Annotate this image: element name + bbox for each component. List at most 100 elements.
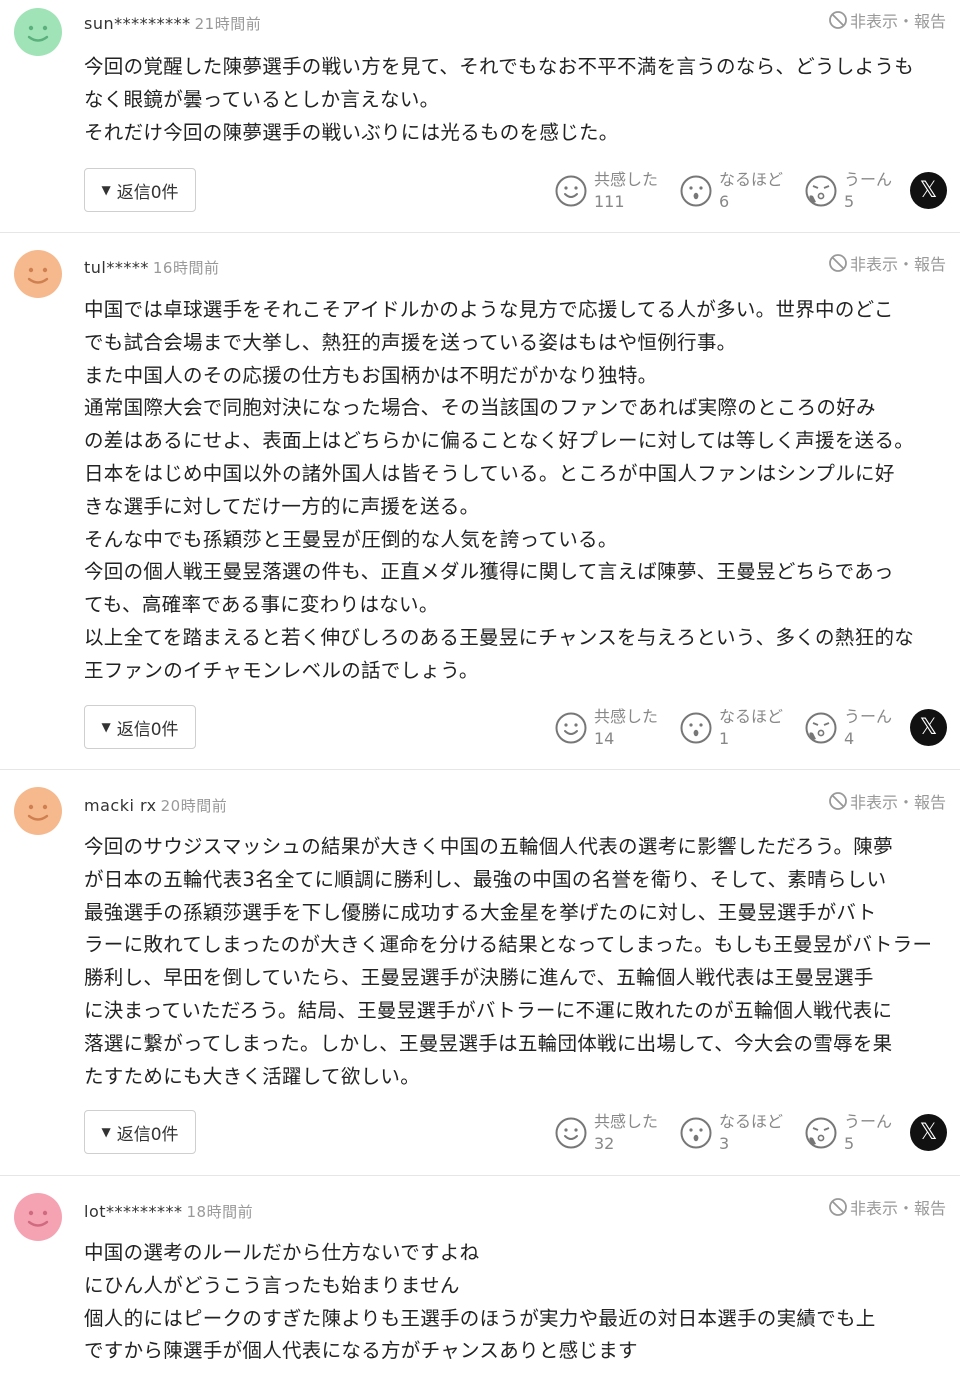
understand-count: 3 [719, 1134, 730, 1153]
agree-count: 111 [594, 192, 625, 211]
comment-line: なく眼鏡が曇っているとしか言えない。 [84, 87, 440, 111]
hmm-icon [804, 711, 838, 745]
understand-count: 1 [719, 729, 730, 748]
share-x-button[interactable]: 𝕏 [910, 172, 947, 209]
comment-line: 今回の覚醒した陳夢選手の戦い方を見て、それでもなお不平不満を言うのなら、どうしよ… [84, 55, 915, 78]
smile-icon [554, 711, 588, 745]
reply-label: 返信0件 [116, 1124, 179, 1145]
surprised-icon [679, 174, 713, 208]
comment-line: ラーに敗れてしまったのが大きく運命を分ける結果となってしまった。もしも王曼昱がバ… [84, 933, 933, 957]
share-x-button[interactable]: 𝕏 [910, 709, 947, 746]
comment-meta: tul***** 16時間前 [84, 257, 219, 278]
reply-label: 返信0件 [116, 182, 179, 203]
comment-line: たすためにも大きく活躍して欲しい。 [84, 1064, 421, 1088]
hide-report-link[interactable]: 非表示・報告 [828, 8, 946, 32]
hide-report-label: 非表示・報告 [849, 255, 946, 274]
understand-label: なるほど [719, 170, 784, 189]
comment-card: tul***** 16時間前 非表示・報告 中国では卓球選手をそれこそアイドルかの… [0, 233, 960, 770]
agree-label: 共感した [594, 170, 659, 189]
surprised-icon [679, 1116, 713, 1150]
hide-report-link[interactable]: 非表示・報告 [828, 251, 946, 275]
agree-button[interactable]: 共感した 111 [554, 167, 679, 215]
agree-button[interactable]: 共感した 14 [554, 704, 679, 752]
triangle-down-icon: ▼ [101, 720, 111, 734]
hmm-count: 4 [844, 729, 855, 748]
comment-line: きな選手に対してだけ一方的に声援を送る。 [84, 494, 480, 518]
smile-icon [554, 1116, 588, 1150]
understand-button[interactable]: なるほど 1 [679, 704, 804, 752]
agree-label: 共感した [594, 1112, 659, 1131]
x-logo-icon: 𝕏 [919, 715, 938, 740]
block-icon [828, 1197, 848, 1217]
comment-meta: sun********* 21時間前 [84, 13, 261, 34]
triangle-down-icon: ▼ [101, 183, 111, 197]
username[interactable]: lot********* [84, 1202, 183, 1221]
triangle-down-icon: ▼ [101, 1125, 111, 1139]
comment-line: 通常国際大会で同胞対決になった場合、その当該国のファンであれば実際のところの好み [84, 396, 876, 420]
username[interactable]: macki rx [84, 796, 157, 815]
comment-line: ても、高確率である事に変わりはない。 [84, 593, 439, 617]
x-logo-icon: 𝕏 [919, 178, 938, 203]
share-x-button[interactable]: 𝕏 [910, 1114, 947, 1151]
comment-line: 中国では卓球選手をそれこそアイドルかのような見方で応援してる人が多い。世界中のど… [84, 298, 894, 321]
comment-line: 落選に繋がってしまった。しかし、王曼昱選手は五輪団体戦に出場して、今大会の雪辱を… [84, 1031, 893, 1055]
block-icon [828, 10, 848, 30]
comment-body: 今回の覚醒した陳夢選手の戦い方を見て、それでもなお不平不満を言うのなら、どうしよ… [84, 51, 948, 149]
comment-meta: lot********* 18時間前 [84, 1201, 253, 1222]
comment-line: 最強選手の孫穎莎選手を下し優勝に成功する大金星を挙げたのに対し、王曼昱選手がバト [84, 900, 877, 924]
agree-count: 32 [594, 1134, 615, 1153]
comment-line: また中国人のその応援の仕方もお国柄かは不明だがかなり独特。 [84, 363, 658, 387]
comment-line: でも試合会場まで大挙し、熱狂的声援を送っている姿はもはや恒例行事。 [84, 330, 737, 354]
username[interactable]: sun********* [84, 14, 191, 33]
hide-report-label: 非表示・報告 [849, 793, 946, 812]
comment-line: が日本の五輪代表3名全てに順調に勝利し、最強の中国の名誉を衛り、そして、素晴らし… [84, 867, 887, 891]
reply-button[interactable]: ▼ 返信0件 [84, 705, 196, 749]
comment-line: 日本をはじめ中国以外の諸外国人は皆そうしている。ところが中国人ファンはシンプルに… [84, 461, 895, 485]
avatar[interactable] [14, 1193, 62, 1241]
hmm-count: 5 [844, 192, 855, 211]
x-logo-icon: 𝕏 [919, 1120, 938, 1145]
comment-line: 勝利し、早田を倒していたら、王曼昱選手が決勝に進んで、五輪個人戦代表は王曼昱選手 [84, 966, 874, 990]
comment-line: 今回の個人戦王曼昱落選の件も、正直メダル獲得に関して言えば陳夢、王曼昱どちらであ… [84, 560, 894, 584]
comment-card: lot********* 18時間前 非表示・報告 中国の選考のルールだから仕方な… [0, 1176, 960, 1376]
comment-line: の差はあるにせよ、表面上はどちらかに偏ることなく好プレーに対しては等しく声援を送… [84, 429, 915, 453]
agree-button[interactable]: 共感した 32 [554, 1109, 679, 1157]
understand-count: 6 [719, 192, 730, 211]
comment-body: 中国では卓球選手をそれこそアイドルかのような見方で応援してる人が多い。世界中のど… [84, 294, 948, 688]
timestamp: 16時間前 [152, 259, 220, 277]
comment-line: そんな中でも孫穎莎と王曼昱が圧倒的な人気を誇っている。 [84, 527, 618, 551]
comment-line: 今回のサウジスマッシュの結果が大きく中国の五輪個人代表の選考に影響しただろう。陳… [84, 835, 893, 858]
reaction-bar: 共感した 111 なるほど 6 うーん 5 [554, 167, 929, 215]
reaction-bar: 共感した 14 なるほど 1 うーん 4 [554, 704, 929, 752]
understand-label: なるほど [719, 707, 784, 726]
comment-meta: macki rx 20時間前 [84, 795, 227, 816]
understand-button[interactable]: なるほど 6 [679, 167, 804, 215]
username[interactable]: tul***** [84, 258, 149, 277]
hide-report-link[interactable]: 非表示・報告 [828, 789, 946, 813]
comment-line: 中国の選考のルールだから仕方ないですよね [84, 1241, 480, 1264]
comment-line: 以上全てを踏まえると若く伸びしろのある王曼昱にチャンスを与えろという、多くの熱狂… [84, 625, 915, 649]
comment-line: ですから陳選手が個人代表になる方がチャンスありと感じます [84, 1339, 638, 1363]
understand-label: なるほど [719, 1112, 784, 1131]
avatar[interactable] [14, 787, 62, 835]
hmm-icon [804, 1116, 838, 1150]
avatar[interactable] [14, 250, 62, 298]
hmm-label: うーん [844, 707, 893, 726]
comment-card: macki rx 20時間前 非表示・報告 今回のサウジスマッシュの結果が大きく中… [0, 770, 960, 1176]
comment-line: それだけ今回の陳夢選手の戦いぶりには光るものを感じた。 [84, 120, 619, 144]
block-icon [828, 791, 848, 811]
reply-label: 返信0件 [116, 719, 179, 740]
agree-label: 共感した [594, 707, 659, 726]
reply-button[interactable]: ▼ 返信0件 [84, 1110, 196, 1154]
block-icon [828, 253, 848, 273]
comment-line: に決まっていただろう。結局、王曼昱選手がバトラーに不運に敗れたのが五輪個人戦代表… [84, 998, 893, 1022]
timestamp: 18時間前 [186, 1203, 254, 1221]
avatar[interactable] [14, 8, 62, 56]
comment-body: 今回のサウジスマッシュの結果が大きく中国の五輪個人代表の選考に影響しただろう。陳… [84, 831, 948, 1093]
hide-report-link[interactable]: 非表示・報告 [828, 1195, 946, 1219]
understand-button[interactable]: なるほど 3 [679, 1109, 804, 1157]
reply-button[interactable]: ▼ 返信0件 [84, 168, 196, 212]
smile-icon [554, 174, 588, 208]
comment-line: 個人的にはピークのすぎた陳よりも王選手のほうが実力や最近の対日本選手の実績でも上 [84, 1306, 876, 1330]
surprised-icon [679, 711, 713, 745]
